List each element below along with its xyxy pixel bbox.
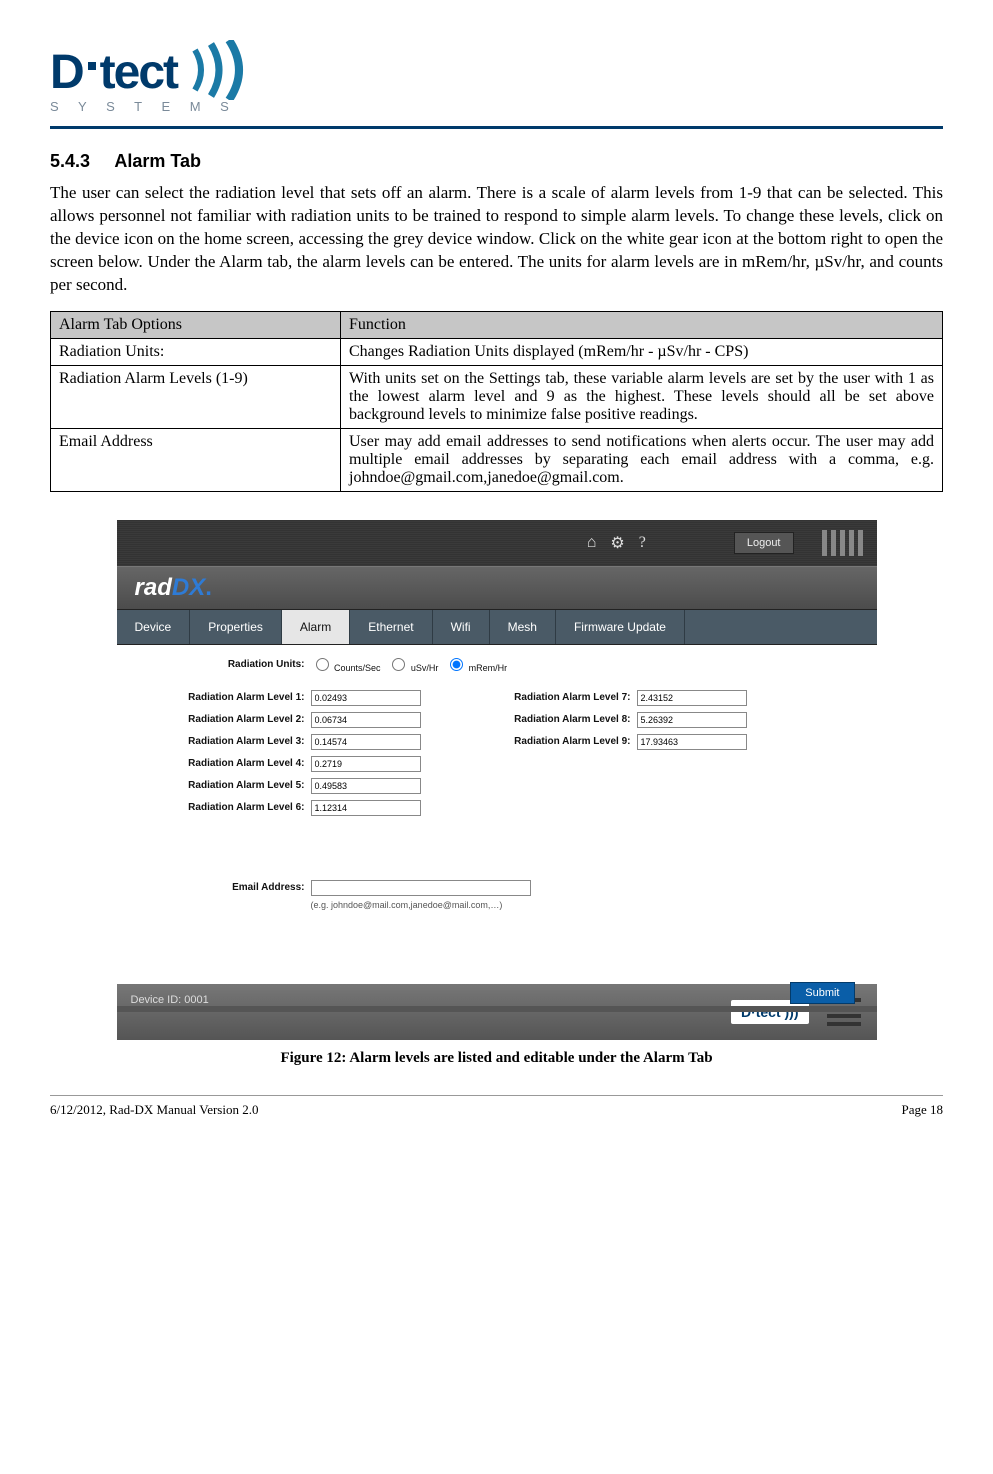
table-head-options: Alarm Tab Options	[51, 311, 341, 338]
radio-label: uSv/Hr	[411, 663, 439, 673]
alarm-levels-right: Radiation Alarm Level 7: Radiation Alarm…	[461, 690, 747, 816]
figure-caption: Figure 12: Alarm levels are listed and e…	[50, 1050, 943, 1067]
alarm-panel: Radiation Units: Counts/Sec uSv/Hr mRem/…	[117, 645, 877, 984]
radio-usv-hr[interactable]	[392, 658, 405, 671]
alarm-level-5-input[interactable]	[311, 778, 421, 794]
table-cell: Email Address	[51, 428, 341, 491]
tab-mesh[interactable]: Mesh	[490, 610, 556, 644]
logo-tect: tect	[100, 45, 177, 100]
alarm-level-2-label: Radiation Alarm Level 2:	[135, 714, 305, 725]
table-cell: User may add email addresses to send not…	[341, 428, 943, 491]
table-row: Radiation Alarm Levels (1-9) With units …	[51, 365, 943, 428]
radio-label: mRem/Hr	[469, 663, 508, 673]
table-cell: Radiation Alarm Levels (1-9)	[51, 365, 341, 428]
help-icon[interactable]: ?	[639, 534, 646, 552]
alarm-levels-left: Radiation Alarm Level 1: Radiation Alarm…	[135, 690, 421, 816]
app-top-bar: ⌂ ⚙ ? Logout	[117, 520, 877, 566]
app-tabs: Device Properties Alarm Ethernet Wifi Me…	[117, 610, 877, 645]
alarm-level-4-input[interactable]	[311, 756, 421, 772]
radio-mrem-hr[interactable]	[450, 658, 463, 671]
app-footer-bar: D·tect )))	[117, 984, 877, 1040]
device-id-label: Device ID: 0001	[131, 994, 209, 1006]
tab-device[interactable]: Device	[117, 610, 191, 644]
gear-icon[interactable]: ⚙	[610, 533, 624, 553]
section-heading: 5.4.3 Alarm Tab	[50, 151, 943, 172]
alarm-level-2-input[interactable]	[311, 712, 421, 728]
radiation-units-options: Counts/Sec uSv/Hr mRem/Hr	[311, 655, 512, 674]
section-title: Alarm Tab	[114, 151, 201, 171]
logo-systems-text: S Y S T E M S	[50, 99, 943, 114]
alarm-level-5-label: Radiation Alarm Level 5:	[135, 780, 305, 791]
table-cell: With units set on the Settings tab, thes…	[341, 365, 943, 428]
app-screenshot: ⌂ ⚙ ? Logout radDX. Device Properties Al…	[117, 520, 877, 1040]
alarm-options-table: Alarm Tab Options Function Radiation Uni…	[50, 311, 943, 492]
alarm-level-6-label: Radiation Alarm Level 6:	[135, 802, 305, 813]
device-strip	[117, 1006, 877, 1012]
radio-counts-sec[interactable]	[316, 658, 329, 671]
alarm-level-1-input[interactable]	[311, 690, 421, 706]
tab-wifi[interactable]: Wifi	[433, 610, 490, 644]
email-row: Email Address:	[135, 880, 859, 896]
logo-letter-d: D	[50, 45, 84, 100]
alarm-level-3-input[interactable]	[311, 734, 421, 750]
header-logo: D tect S Y S T E M S	[50, 40, 943, 114]
table-head-function: Function	[341, 311, 943, 338]
header-rule	[50, 126, 943, 129]
alarm-level-6-input[interactable]	[311, 800, 421, 816]
logo-dot-icon	[88, 62, 96, 70]
alarm-level-8-input[interactable]	[637, 712, 747, 728]
alarm-level-3-label: Radiation Alarm Level 3:	[135, 736, 305, 747]
submit-button[interactable]: Submit	[790, 982, 854, 1004]
app-brand-row: radDX.	[117, 566, 877, 610]
alarm-level-9-input[interactable]	[637, 734, 747, 750]
footer-right: Page 18	[901, 1102, 943, 1118]
alarm-level-7-label: Radiation Alarm Level 7:	[461, 692, 631, 703]
email-input[interactable]	[311, 880, 531, 896]
alarm-level-4-label: Radiation Alarm Level 4:	[135, 758, 305, 769]
page-footer: 6/12/2012, Rad-DX Manual Version 2.0 Pag…	[50, 1102, 943, 1118]
radiation-units-label: Radiation Units:	[135, 659, 305, 670]
radio-label: Counts/Sec	[334, 663, 381, 673]
home-icon[interactable]: ⌂	[587, 534, 597, 552]
brand-dx: DX	[172, 574, 205, 602]
alarm-level-9-label: Radiation Alarm Level 9:	[461, 736, 631, 747]
alarm-level-8-label: Radiation Alarm Level 8:	[461, 714, 631, 725]
sound-waves-icon	[185, 40, 255, 105]
email-label: Email Address:	[135, 882, 305, 893]
table-row: Radiation Units: Changes Radiation Units…	[51, 338, 943, 365]
section-paragraph: The user can select the radiation level …	[50, 182, 943, 297]
table-cell: Radiation Units:	[51, 338, 341, 365]
tab-properties[interactable]: Properties	[190, 610, 282, 644]
email-hint: (e.g. johndoe@mail.com,janedoe@mail.com,…	[311, 900, 859, 910]
tab-ethernet[interactable]: Ethernet	[350, 610, 432, 644]
logout-button[interactable]: Logout	[734, 532, 794, 554]
alarm-level-1-label: Radiation Alarm Level 1:	[135, 692, 305, 703]
radiation-units-row: Radiation Units: Counts/Sec uSv/Hr mRem/…	[135, 655, 859, 674]
tab-alarm[interactable]: Alarm	[282, 610, 350, 644]
alarm-level-7-input[interactable]	[637, 690, 747, 706]
table-row: Email Address User may add email address…	[51, 428, 943, 491]
table-cell: Changes Radiation Units displayed (mRem/…	[341, 338, 943, 365]
brand-rad: rad	[135, 574, 172, 602]
section-number: 5.4.3	[50, 151, 110, 172]
tab-firmware[interactable]: Firmware Update	[556, 610, 685, 644]
grip-bars-icon	[822, 530, 863, 556]
footer-left: 6/12/2012, Rad-DX Manual Version 2.0	[50, 1102, 258, 1118]
footer-rule	[50, 1095, 943, 1096]
